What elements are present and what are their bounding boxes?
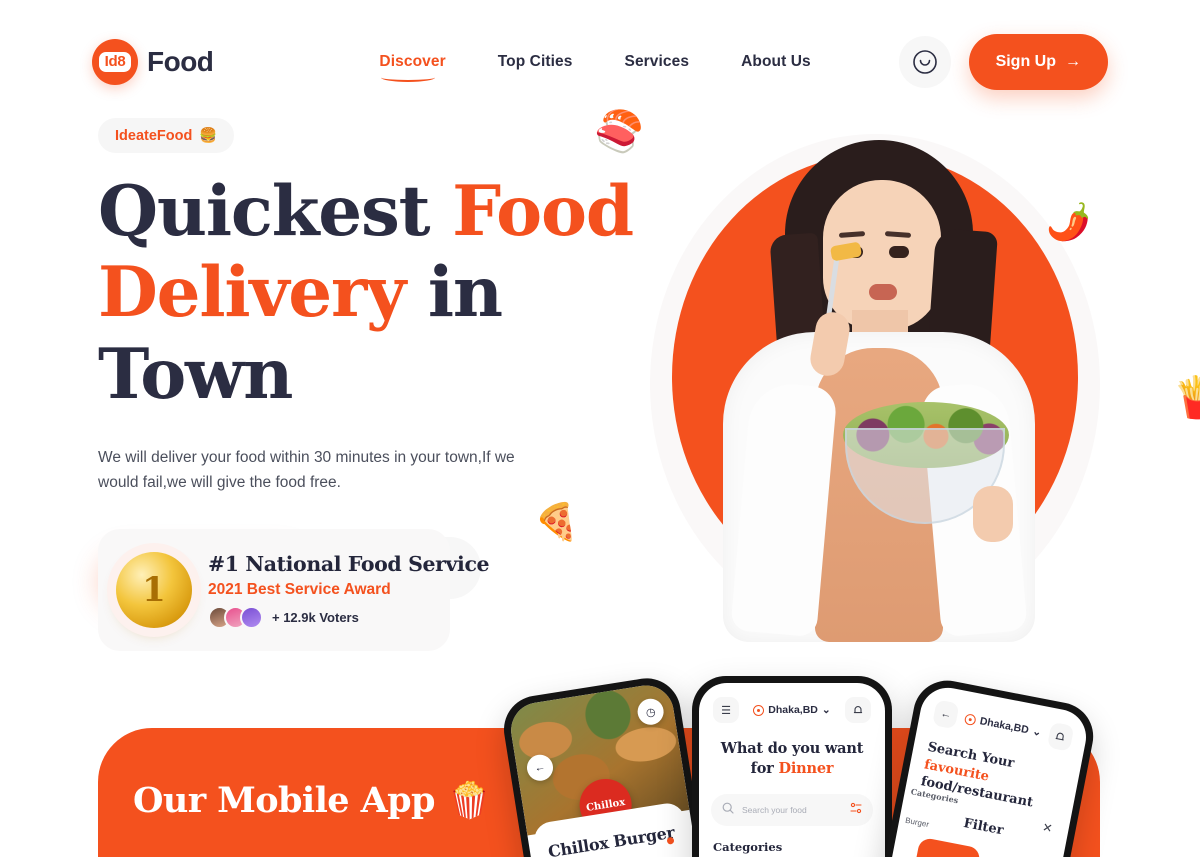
- mobile-app-title: Our Mobile App 🍿: [133, 780, 491, 821]
- main-navigation: Discover Top Cities Services About Us: [379, 53, 811, 82]
- burger-icon: 🍔: [199, 128, 218, 144]
- logo-word-text: Food: [147, 46, 214, 77]
- brand-logo[interactable]: Id8 Food: [92, 39, 214, 85]
- eye-right: [889, 246, 909, 258]
- bell-icon[interactable]: [1046, 721, 1075, 752]
- hero-subtitle: We will deliver your food within 30 minu…: [98, 449, 515, 492]
- phone-mockup-search: ← Dhaka,BD ⌄ Search Your favourite food/…: [874, 674, 1100, 857]
- eyebrow-left: [838, 231, 866, 238]
- logo-circle-icon: Id8: [92, 39, 138, 85]
- search-input[interactable]: Search your food: [711, 794, 873, 827]
- award-title: #1 National Food Service: [208, 551, 490, 576]
- location-selector[interactable]: Dhaka,BD ⌄: [964, 712, 1042, 739]
- gold-medal-icon: 1: [116, 552, 192, 628]
- signup-label: Sign Up: [995, 53, 1056, 70]
- phone-screen-restaurant: ← ◷ Chillox Chillox Burger Burger • 30 m…: [507, 681, 703, 857]
- avatar: [240, 605, 263, 629]
- active-underline-icon: [381, 73, 436, 82]
- phone-heading-line1: What do you want: [720, 740, 864, 757]
- chili-pepper-icon: 🌶️: [1046, 201, 1091, 242]
- location-label: Dhaka,BD: [978, 715, 1030, 737]
- menu-icon[interactable]: ☰: [713, 697, 739, 723]
- filter-chip[interactable]: [913, 836, 982, 857]
- landing-page: Id8 Food Discover Top Cities Services Ab…: [0, 0, 1200, 857]
- hand-right: [973, 486, 1013, 542]
- site-header: Id8 Food Discover Top Cities Services Ab…: [0, 0, 1200, 124]
- french-fries-icon: 🍟: [1172, 376, 1200, 420]
- title-part-food: Food: [452, 171, 634, 252]
- phone-mockup-home: ☰ Dhaka,BD ⌄ What do you want for Dinner: [692, 676, 892, 857]
- phone-heading: What do you want for Dinner: [699, 739, 885, 778]
- page-title: Quickest Food Delivery in Town: [98, 171, 658, 415]
- search-placeholder: Search your food: [742, 805, 807, 816]
- award-text-block: #1 National Food Service 2021 Best Servi…: [208, 551, 490, 629]
- bell-icon[interactable]: [845, 697, 871, 723]
- hero-badge: IdeateFood 🍔: [98, 118, 235, 153]
- nav-label-discover: Discover: [379, 53, 446, 70]
- phone-heading-line2-accent: Dinner: [778, 759, 834, 777]
- location-pin-icon: [964, 712, 978, 726]
- phone-screen-search: ← Dhaka,BD ⌄ Search Your favourite food/…: [883, 683, 1091, 857]
- hero-badge-label: IdeateFood: [115, 127, 193, 144]
- nav-label-services: Services: [624, 53, 690, 70]
- hero-person-photo: [705, 134, 1051, 642]
- popcorn-icon: 🍿: [447, 780, 492, 821]
- categories-label: Categories: [713, 840, 783, 855]
- location-label: Dhaka,BD: [768, 704, 818, 716]
- mobile-app-title-text: Our Mobile App: [133, 780, 435, 821]
- sushi-icon: 🍣: [594, 110, 644, 154]
- back-arrow-icon[interactable]: ←: [932, 699, 960, 730]
- search-icon: [722, 801, 734, 819]
- phone-heading-line2-plain: for: [750, 759, 779, 777]
- header-actions: Sign Up →: [898, 34, 1108, 90]
- award-card: 1 #1 National Food Service 2021 Best Ser…: [98, 529, 490, 651]
- chevron-down-icon: ⌄: [821, 704, 831, 716]
- nav-item-discover[interactable]: Discover: [379, 53, 446, 82]
- phone-mockup-restaurant: ← ◷ Chillox Chillox Burger Burger • 30 m…: [499, 673, 711, 857]
- phone-screen-home: ☰ Dhaka,BD ⌄ What do you want for Dinner: [699, 683, 885, 857]
- status-dot-icon: [666, 836, 675, 845]
- smiley-face-icon[interactable]: [898, 36, 951, 88]
- arrow-right-icon: →: [1065, 53, 1081, 70]
- nav-item-about-us[interactable]: About Us: [741, 53, 811, 71]
- voters-count-label: + 12.9k Voters: [272, 609, 359, 625]
- title-part-quickest: Quickest: [98, 171, 453, 252]
- voter-avatars: [208, 605, 263, 629]
- title-part-delivery: Delivery: [98, 252, 406, 334]
- phone-topbar: ☰ Dhaka,BD ⌄: [699, 683, 885, 723]
- search-heading: Search Your favourite food/restaurant: [919, 739, 1066, 817]
- location-selector[interactable]: Dhaka,BD ⌄: [747, 704, 837, 716]
- chevron-down-icon: ⌄: [1031, 725, 1043, 739]
- nav-item-top-cities[interactable]: Top Cities: [498, 53, 573, 71]
- nav-label-about-us: About Us: [741, 53, 811, 70]
- award-voters-row: + 12.9k Voters: [208, 605, 489, 629]
- medal-number: 1: [142, 570, 166, 610]
- award-subtitle: 2021 Best Service Award: [208, 580, 391, 598]
- filter-settings-icon[interactable]: [850, 801, 862, 819]
- hero-image: [650, 134, 1100, 644]
- nav-label-top-cities: Top Cities: [497, 53, 573, 70]
- logo-mark-text: Id8: [98, 51, 132, 73]
- mouth: [869, 284, 897, 300]
- eyebrow-right: [884, 231, 912, 238]
- pizza-slice-icon: 🍕: [534, 501, 579, 542]
- signup-button[interactable]: Sign Up →: [968, 34, 1108, 90]
- location-pin-icon: [753, 704, 765, 716]
- nav-item-services[interactable]: Services: [625, 53, 690, 71]
